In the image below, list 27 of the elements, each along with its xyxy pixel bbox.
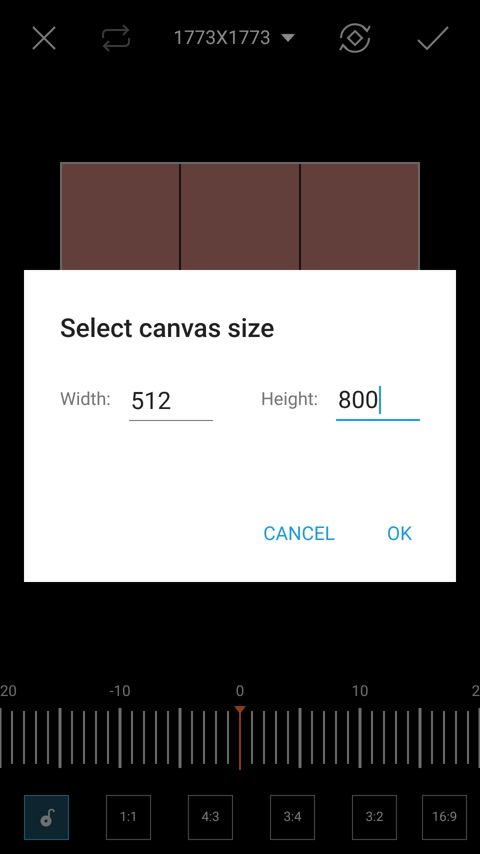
dialog-button[interactable]: OK (387, 520, 412, 548)
field-label: Width: (60, 388, 111, 412)
ratio-button[interactable]: 16:9 (422, 795, 467, 840)
ruler-label: 0 (236, 682, 244, 700)
ruler-label: 10 (352, 682, 368, 700)
field-value: 512 (130, 386, 172, 416)
ruler-label: -10 (110, 682, 130, 700)
ratio-button[interactable]: 1:1 (106, 795, 151, 840)
free-ratio-button[interactable] (24, 795, 69, 840)
dialog-button[interactable]: CANCEL (263, 520, 335, 548)
unlock-icon (38, 808, 54, 826)
field-value: 800 (338, 385, 378, 416)
close-icon[interactable] (30, 24, 58, 52)
ratio-button[interactable]: 4:3 (188, 795, 233, 840)
dialog-title: Select canvas size (60, 313, 276, 346)
ratio-button[interactable]: 3:4 (270, 795, 315, 840)
input-field[interactable]: 512 (128, 381, 213, 421)
check-icon[interactable] (416, 24, 450, 52)
field-label: Height: (260, 388, 318, 412)
ruler-label: 20 (0, 682, 17, 700)
input-field[interactable]: 800 (336, 381, 420, 421)
text-cursor (379, 386, 382, 414)
ratio-button[interactable]: 3:2 (352, 795, 397, 840)
size-dropdown[interactable]: 1773X1773 (173, 24, 295, 52)
caret-icon (280, 34, 295, 42)
ruler-label: 2 (472, 682, 480, 700)
ruler-scale-drawing[interactable] (0, 706, 480, 770)
